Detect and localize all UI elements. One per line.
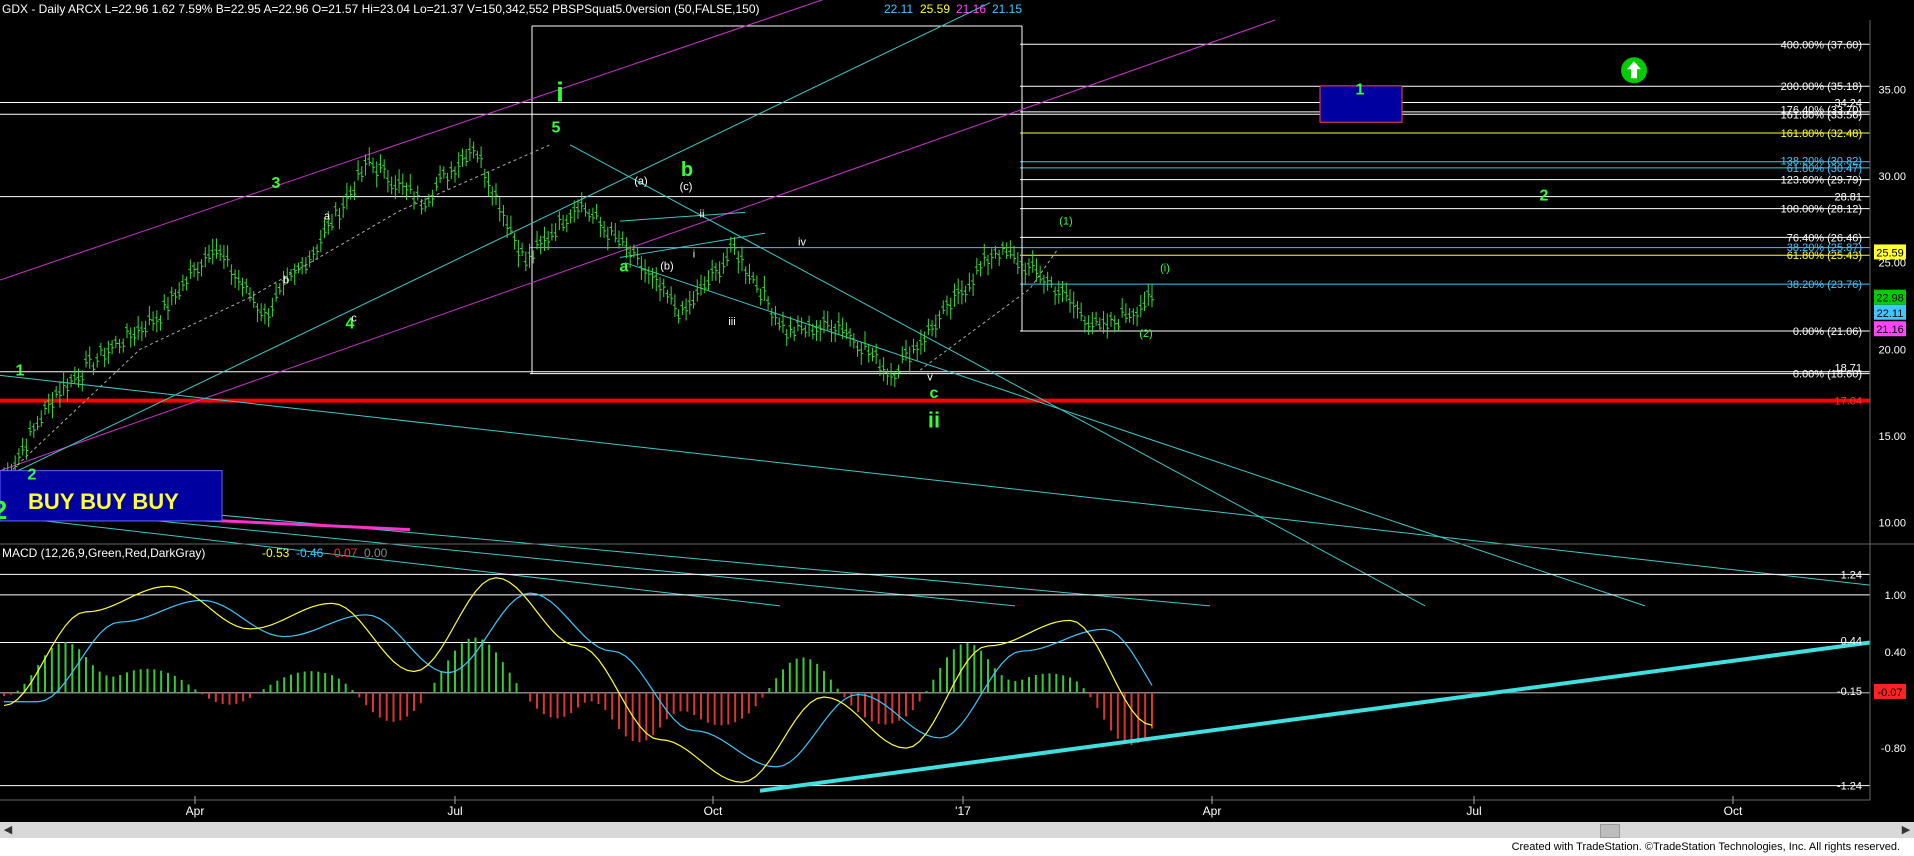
fib-label: 38.20% (23.76) [1787,279,1862,291]
wave-label: iii [728,316,735,328]
macd-axis-label: -0.07 [1877,687,1902,699]
header-value: 21.15 [992,2,1022,16]
horizontal-scrollbar[interactable] [0,822,1914,838]
macd-axis-label: 1.24 [1841,569,1862,581]
fib-label: 100.00% (28.12) [1781,204,1862,216]
trend-line-cyan [0,2,991,480]
x-axis-label: Jul [447,804,462,818]
macd-axis-label: -0.15 [1837,686,1862,698]
wave-label: 1 [16,362,25,379]
macd-axis-label: -1.24 [1837,781,1862,793]
wave-label: (i) [1160,262,1170,274]
wave-label: 2 [28,466,37,483]
wave-label: c [930,385,939,402]
trend-line-cyan [619,211,746,222]
fib-label: 400.00% (37.60) [1781,39,1862,51]
scrollbar-thumb[interactable] [1600,824,1620,838]
wave-label: iv [798,236,806,248]
scroll-right-arrow-icon[interactable]: ▶ [1898,822,1914,838]
price-axis-label: 15.00 [1878,431,1906,443]
macd-axis-label: 0.40 [1885,647,1906,659]
wave-label: i [556,76,564,107]
macd-header-value: 0.00 [364,546,388,560]
macd-axis-label: 1.00 [1885,590,1906,602]
wave-label: (1) [1059,216,1072,228]
fib-label: 200.00% (35.18) [1781,81,1862,93]
price-badge-text: 21.16 [1876,324,1904,336]
channel-line-magenta [0,19,1276,472]
wave-label: 1 [1356,82,1365,99]
macd-axis-label: 0.44 [1841,636,1862,648]
header-value: 21.16 [956,2,986,16]
price-axis-label: 20.00 [1878,344,1906,356]
macd-header-value: -0.07 [330,546,358,560]
fib-label: 28.81 [1834,192,1862,204]
wave-label: ii [928,407,940,432]
wave-label: 2 [0,495,7,525]
fib-label: 61.80% (30.47) [1787,163,1862,175]
macd-axis-label: -0.80 [1881,743,1906,755]
header-value: 25.59 [920,2,950,16]
wave-label: v [927,372,933,384]
macd-trend-line [759,640,1871,793]
fib-label: 123.60% (29.79) [1781,175,1862,187]
fib-label: 161.80% (32.48) [1781,128,1862,140]
price-axis-label: 25.00 [1878,258,1906,270]
x-axis-label: Oct [1724,804,1743,818]
macd-header-value: -0.46 [296,546,324,560]
macd-header-value: -0.53 [262,546,290,560]
footer-credit: Created with TradeStation. ©TradeStation… [0,838,1914,856]
fib-label: 61.80% (25.43) [1787,250,1862,262]
wave-label: i [693,248,695,260]
scroll-left-arrow-icon[interactable]: ◀ [0,822,16,838]
price-badge-text: 25.59 [1876,247,1904,259]
wave-label: 3 [272,175,281,192]
header-value: 22.11 [884,2,913,16]
macd-header: MACD (12,26,9,Green,Red,DarkGray) [2,546,205,560]
fib-label: 0.00% (18.60) [1793,369,1862,381]
fib-label: 0.00% (21.06) [1793,326,1862,338]
chart-header: GDX - Daily ARCX L=22.96 1.62 7.59% B=22… [2,2,760,16]
macd-line [3,577,1153,783]
wave-label: a [324,210,331,222]
price-badge-text: 22.98 [1876,293,1904,305]
trend-line-cyan [624,262,1646,607]
x-axis-label: Jul [1466,804,1481,818]
wave-guide-dashed [919,248,1059,371]
price-axis-label: 35.00 [1878,84,1906,96]
fib-label: 161.80% (33.56) [1781,109,1862,121]
trend-line-cyan [569,144,1426,607]
price-axis-label: 10.00 [1878,518,1906,530]
fib-label: 17.04 [1834,396,1862,408]
wave-label: (a) [634,176,647,188]
wave-label: c [351,313,357,325]
buy-annotation: BUY BUY BUY [28,489,179,514]
wave-label: 2 [1540,187,1549,204]
macd-signal-line [4,592,1153,768]
wave-label: a [620,258,629,275]
chart-svg: GDX - Daily ARCX L=22.96 1.62 7.59% B=22… [0,0,1914,818]
x-axis-label: Oct [704,804,723,818]
gdx-chart: GDX - Daily ARCX L=22.96 1.62 7.59% B=22… [0,0,1914,856]
wave-label: (2) [1139,328,1152,340]
x-axis-label: Apr [1203,804,1222,818]
wave-label: (c) [680,181,693,193]
price-axis-label: 30.00 [1878,171,1906,183]
wave-label: ii [700,209,705,221]
wave-label: 5 [552,120,561,137]
wave-label: b [283,274,289,286]
price-badge-text: 22.11 [1877,308,1904,320]
x-axis-label: '17 [955,804,971,818]
x-axis-label: Apr [186,804,205,818]
wave-label: (b) [660,261,673,273]
wave-label: b [681,159,693,181]
